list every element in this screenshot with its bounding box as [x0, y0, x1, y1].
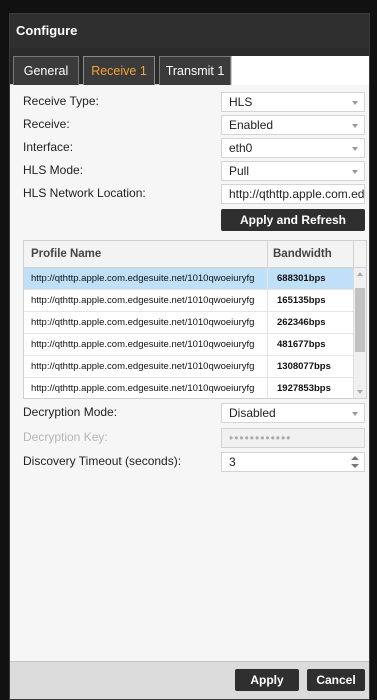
- spinner-down-icon[interactable]: [351, 464, 359, 468]
- dialog-footer: Apply Cancel: [10, 661, 369, 699]
- table-header: Profile Name Bandwidth: [24, 241, 355, 268]
- hls-mode-label: HLS Mode:: [23, 163, 84, 177]
- hls-network-location-row: HLS Network Location: http://qthttp.appl…: [23, 184, 369, 204]
- profile-name-cell: http://qthttp.apple.com.edgesuite.net/10…: [31, 361, 255, 372]
- hls-mode-select[interactable]: Pull: [221, 161, 365, 181]
- profile-name-cell: http://qthttp.apple.com.edgesuite.net/10…: [31, 273, 255, 284]
- profile-name-cell: http://qthttp.apple.com.edgesuite.net/10…: [31, 383, 255, 394]
- interface-row: Interface: eth0: [23, 138, 369, 158]
- table-row[interactable]: http://qthttp.apple.com.edgesuite.net/10…: [24, 312, 355, 334]
- decryption-mode-value: Disabled: [229, 406, 276, 420]
- hls-network-location-input[interactable]: http://qthttp.apple.com.edgesuite.net/10…: [221, 184, 365, 204]
- scroll-up-icon[interactable]: [357, 272, 363, 276]
- profile-name-cell: http://qthttp.apple.com.edgesuite.net/10…: [31, 317, 255, 328]
- bandwidth-cell: 1308077bps: [277, 361, 331, 372]
- hls-mode-value: Pull: [229, 164, 250, 178]
- apply-button[interactable]: Apply: [235, 669, 299, 691]
- table-row[interactable]: http://qthttp.apple.com.edgesuite.net/10…: [24, 334, 355, 356]
- tab-general[interactable]: General: [13, 56, 79, 85]
- column-header-bandwidth[interactable]: Bandwidth: [273, 241, 332, 267]
- table-body: http://qthttp.apple.com.edgesuite.net/10…: [24, 268, 355, 398]
- discovery-timeout-row: Discovery Timeout (seconds): 3: [23, 452, 369, 472]
- receive-select[interactable]: Enabled: [221, 115, 365, 135]
- bandwidth-cell: 1927853bps: [277, 383, 331, 394]
- tab-bar: General Receive 1 Transmit 1: [10, 48, 369, 85]
- column-divider: [267, 312, 268, 333]
- apply-and-refresh-button[interactable]: Apply and Refresh: [221, 209, 365, 231]
- tab-bar-fill: [231, 56, 369, 85]
- table-header-corner: [353, 241, 366, 268]
- receive-type-select[interactable]: HLS: [221, 92, 365, 112]
- receive-type-label: Receive Type:: [23, 94, 99, 108]
- bandwidth-cell: 688301bps: [277, 273, 326, 284]
- dropdown-caret-icon: [352, 412, 358, 416]
- decryption-mode-label: Decryption Mode:: [23, 405, 118, 419]
- profile-name-cell: http://qthttp.apple.com.edgesuite.net/10…: [31, 295, 255, 306]
- decryption-key-row: Decryption Key: ••••••••••••: [23, 428, 369, 448]
- spinner-up-icon[interactable]: [351, 456, 359, 460]
- table-row[interactable]: http://qthttp.apple.com.edgesuite.net/10…: [24, 356, 355, 378]
- dropdown-caret-icon: [352, 170, 358, 174]
- hls-network-location-label: HLS Network Location:: [23, 186, 146, 200]
- column-divider: [267, 268, 268, 289]
- discovery-timeout-label: Discovery Timeout (seconds):: [23, 454, 182, 468]
- dropdown-caret-icon: [352, 101, 358, 105]
- dialog-title: Configure: [10, 14, 369, 48]
- decryption-mode-row: Decryption Mode: Disabled: [23, 403, 369, 423]
- table-row[interactable]: http://qthttp.apple.com.edgesuite.net/10…: [24, 268, 355, 290]
- bandwidth-cell: 165135bps: [277, 295, 326, 306]
- bandwidth-cell: 262346bps: [277, 317, 326, 328]
- column-divider: [267, 334, 268, 355]
- bandwidth-cell: 481677bps: [277, 339, 326, 350]
- table-row[interactable]: http://qthttp.apple.com.edgesuite.net/10…: [24, 378, 355, 398]
- discovery-timeout-stepper[interactable]: 3: [221, 452, 365, 472]
- column-header-profile-name[interactable]: Profile Name: [31, 241, 101, 267]
- receive-type-value: HLS: [229, 95, 253, 109]
- column-divider: [267, 356, 268, 377]
- hls-mode-row: HLS Mode: Pull: [23, 161, 369, 181]
- receive-row: Receive: Enabled: [23, 115, 369, 135]
- cancel-button[interactable]: Cancel: [307, 669, 365, 691]
- interface-select[interactable]: eth0: [221, 138, 365, 158]
- dropdown-caret-icon: [352, 124, 358, 128]
- interface-value: eth0: [229, 141, 253, 155]
- column-divider: [267, 290, 268, 311]
- tab-transmit-1[interactable]: Transmit 1: [159, 56, 231, 85]
- profile-name-cell: http://qthttp.apple.com.edgesuite.net/10…: [31, 339, 255, 350]
- decryption-mode-select[interactable]: Disabled: [221, 403, 365, 423]
- spinner-icon[interactable]: [351, 455, 359, 469]
- configure-dialog: Configure General Receive 1 Transmit 1 R…: [9, 13, 370, 700]
- receive-label: Receive:: [23, 117, 70, 131]
- column-divider: [267, 241, 268, 267]
- hls-network-location-value: http://qthttp.apple.com.edgesuite.net/10…: [229, 187, 365, 201]
- receive-value: Enabled: [229, 118, 274, 132]
- table-scrollbar[interactable]: [353, 268, 366, 398]
- decryption-key-label: Decryption Key:: [23, 430, 108, 444]
- table-row[interactable]: http://qthttp.apple.com.edgesuite.net/10…: [24, 290, 355, 312]
- scrollbar-thumb[interactable]: [355, 288, 365, 352]
- decryption-key-input: ••••••••••••: [221, 428, 365, 448]
- discovery-timeout-value: 3: [229, 455, 236, 469]
- interface-label: Interface:: [23, 140, 74, 154]
- receive-type-row: Receive Type: HLS: [23, 92, 369, 112]
- profiles-table: Profile Name Bandwidth http://qthttp.app…: [23, 240, 367, 399]
- dropdown-caret-icon: [352, 147, 358, 151]
- column-divider: [267, 378, 268, 398]
- decryption-key-value: ••••••••••••: [229, 431, 292, 445]
- tab-receive-1[interactable]: Receive 1: [83, 56, 155, 85]
- scroll-down-icon[interactable]: [357, 390, 363, 394]
